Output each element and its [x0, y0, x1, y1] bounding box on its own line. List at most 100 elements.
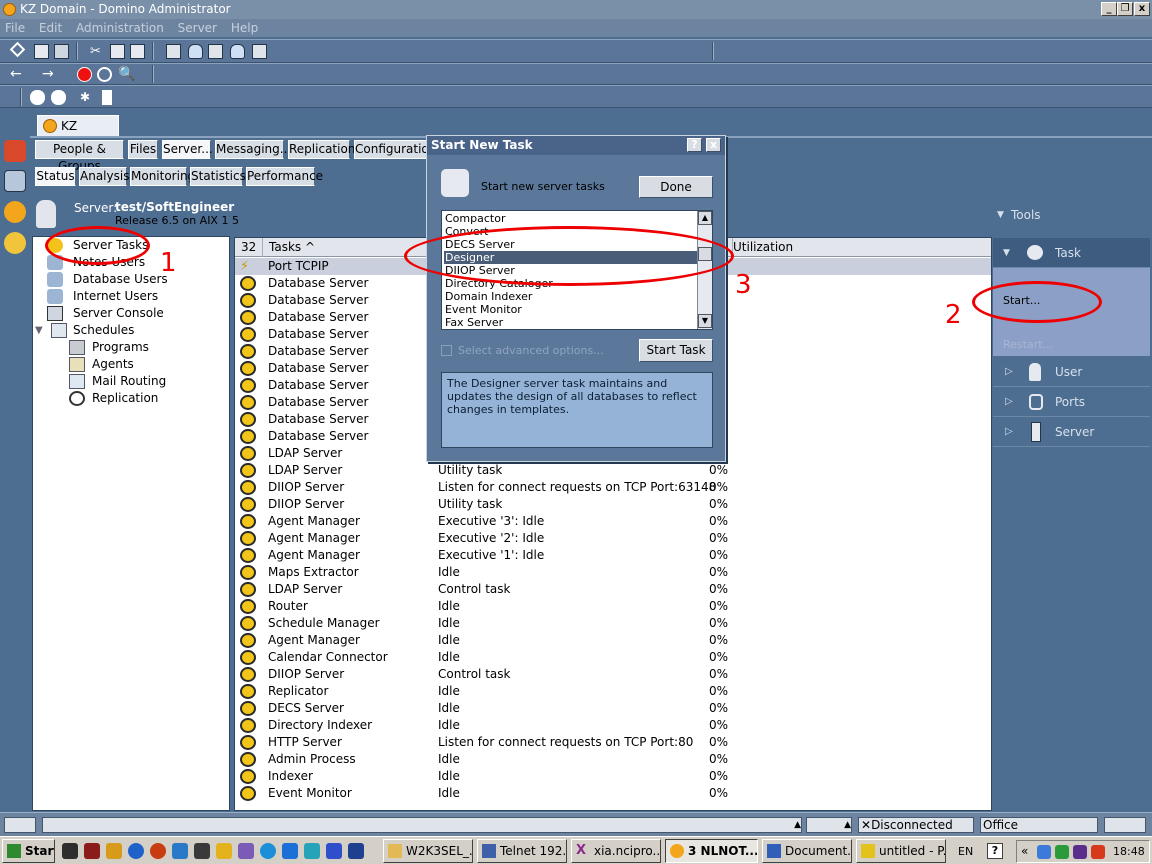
tree-item-internet-users[interactable]: Internet Users: [47, 288, 158, 305]
mail-status[interactable]: [1104, 817, 1146, 833]
tools-task-section[interactable]: ▼ Task: [993, 238, 1150, 268]
tray-app-icon[interactable]: [1055, 845, 1069, 859]
quicklaunch-app-icon[interactable]: [216, 843, 232, 859]
listbox-item[interactable]: Event Monitor: [444, 303, 697, 316]
clock[interactable]: 18:48: [1113, 845, 1145, 858]
connection-status[interactable]: ✕Disconnected: [858, 817, 974, 833]
minimize-button[interactable]: _: [1101, 2, 1117, 16]
quicklaunch-app-icon[interactable]: [172, 843, 188, 859]
tools-header[interactable]: ▼ Tools: [993, 196, 1152, 236]
start-task-button[interactable]: Start Task: [639, 339, 713, 362]
restore-button[interactable]: ❐: [1117, 2, 1133, 16]
tab-performance[interactable]: Performance: [246, 167, 323, 186]
tab-status[interactable]: Status: [35, 167, 76, 186]
collapse-arrow-icon[interactable]: ▼: [35, 322, 43, 339]
table-row[interactable]: LDAP Server Utility task 0%: [235, 462, 991, 479]
language-indicator[interactable]: EN: [958, 845, 973, 858]
status-field-1[interactable]: [4, 817, 36, 833]
stop-icon[interactable]: [77, 67, 92, 82]
scroll-down-arrow-icon[interactable]: ▼: [698, 314, 712, 328]
table-row[interactable]: Schedule Manager Idle 0%: [235, 615, 991, 632]
quicklaunch-app-icon[interactable]: [282, 843, 298, 859]
quicklaunch-browser-icon[interactable]: [150, 843, 166, 859]
menu-server[interactable]: Server: [173, 19, 222, 37]
table-row[interactable]: DIIOP Server Control task 0%: [235, 666, 991, 683]
dialog-help-button[interactable]: ?: [687, 138, 702, 152]
tree-item-replication[interactable]: Replication: [69, 390, 158, 407]
table-row[interactable]: Agent Manager Idle 0%: [235, 632, 991, 649]
listbox-item[interactable]: Domain Indexer: [444, 290, 697, 303]
save-icon[interactable]: [34, 44, 49, 59]
table-row[interactable]: HTTP Server Listen for connect requests o…: [235, 734, 991, 751]
help-icon[interactable]: ?: [987, 843, 1003, 859]
tray-expand-icon[interactable]: «: [1021, 844, 1028, 858]
tab-analysis[interactable]: Analysis: [79, 167, 129, 186]
count-header[interactable]: 32: [235, 238, 263, 257]
tab-configuration[interactable]: Configuration: [354, 140, 436, 159]
quicklaunch-app-icon[interactable]: [260, 843, 276, 859]
tray-app-icon[interactable]: [1073, 845, 1087, 859]
database-icon[interactable]: [188, 44, 203, 59]
document-icon[interactable]: [102, 90, 112, 105]
tab-people-groups[interactable]: People & Groups: [35, 140, 124, 173]
discussion-icon[interactable]: [51, 90, 66, 105]
table-row[interactable]: Admin Process Idle 0%: [235, 751, 991, 768]
chat-icon[interactable]: [30, 90, 45, 105]
table-row[interactable]: Indexer Idle 0%: [235, 768, 991, 785]
diamond-icon[interactable]: [9, 41, 26, 58]
quicklaunch-app-icon[interactable]: [106, 843, 122, 859]
refresh-icon[interactable]: [97, 67, 112, 82]
quicklaunch-desktop-icon[interactable]: [62, 843, 78, 859]
menu-administration[interactable]: Administration: [71, 19, 169, 37]
status-message-field[interactable]: ▲: [42, 817, 802, 833]
taskbar-button[interactable]: untitled - P...: [856, 839, 946, 863]
domain-tab[interactable]: KZ Domain: [37, 115, 119, 153]
table-row[interactable]: DECS Server Idle 0%: [235, 700, 991, 717]
tools-ports-section[interactable]: ▷ Ports: [993, 387, 1150, 417]
table-row[interactable]: Replicator Idle 0%: [235, 683, 991, 700]
status-field-3[interactable]: ▲: [806, 817, 852, 833]
tab-messaging[interactable]: Messaging...: [215, 140, 291, 159]
listbox-item[interactable]: Fax Server: [444, 316, 697, 329]
table-row[interactable]: Calendar Connector Idle 0%: [235, 649, 991, 666]
table-row[interactable]: Agent Manager Executive '1': Idle 0%: [235, 547, 991, 564]
title-bar[interactable]: KZ Domain - Domino Administrator _ ❐ x: [0, 0, 1152, 19]
quicklaunch-ie-icon[interactable]: [128, 843, 144, 859]
taskbar-button[interactable]: W2K3SEL_...: [383, 839, 473, 863]
tab-monitoring[interactable]: Monitoring: [130, 167, 195, 186]
quicklaunch-app-icon[interactable]: [304, 843, 320, 859]
table-row[interactable]: DIIOP Server Listen for connect requests …: [235, 479, 991, 496]
tree-item-database-users[interactable]: Database Users: [47, 271, 168, 288]
location-status[interactable]: Office: [980, 817, 1098, 833]
quicklaunch-app-icon[interactable]: [348, 843, 364, 859]
table-row[interactable]: Agent Manager Executive '2': Idle 0%: [235, 530, 991, 547]
menu-edit[interactable]: Edit: [34, 19, 67, 37]
cut-icon[interactable]: ✂: [90, 44, 105, 59]
tab-server[interactable]: Server...: [162, 140, 213, 159]
quicklaunch-app-icon[interactable]: [84, 843, 100, 859]
tools-server-section[interactable]: ▷ Server: [993, 417, 1150, 447]
tree-item-agents[interactable]: Agents: [69, 356, 134, 373]
taskbar-button[interactable]: Xxia.ncipro....: [571, 839, 661, 863]
new-database-icon[interactable]: [230, 44, 245, 59]
dialog-title-bar[interactable]: Start New Task ? x: [427, 136, 725, 155]
forward-arrow-icon[interactable]: →: [42, 66, 57, 82]
bookmark-favorites-icon[interactable]: [4, 140, 26, 162]
taskbar-button-active[interactable]: 3 NLNOT...: [665, 839, 758, 863]
done-button[interactable]: Done: [639, 176, 713, 198]
paste-icon[interactable]: [130, 44, 145, 59]
tree-item-schedules[interactable]: ▼ Schedules: [35, 322, 134, 339]
print-icon[interactable]: [54, 44, 69, 59]
copy-icon[interactable]: [110, 44, 125, 59]
table-row[interactable]: DIIOP Server Utility task 0%: [235, 496, 991, 513]
table-row[interactable]: Agent Manager Executive '3': Idle 0%: [235, 513, 991, 530]
quicklaunch-app-icon[interactable]: [238, 843, 254, 859]
tray-app-icon[interactable]: [1091, 845, 1105, 859]
back-arrow-icon[interactable]: ←: [10, 66, 25, 82]
scroll-up-arrow-icon[interactable]: ▲: [698, 211, 712, 225]
open-database-icon[interactable]: [252, 44, 267, 59]
search-icon[interactable]: 🔍: [118, 66, 135, 82]
tree-item-programs[interactable]: Programs: [69, 339, 149, 356]
close-button[interactable]: x: [1134, 2, 1150, 16]
table-row[interactable]: Event Monitor Idle 0%: [235, 785, 991, 802]
